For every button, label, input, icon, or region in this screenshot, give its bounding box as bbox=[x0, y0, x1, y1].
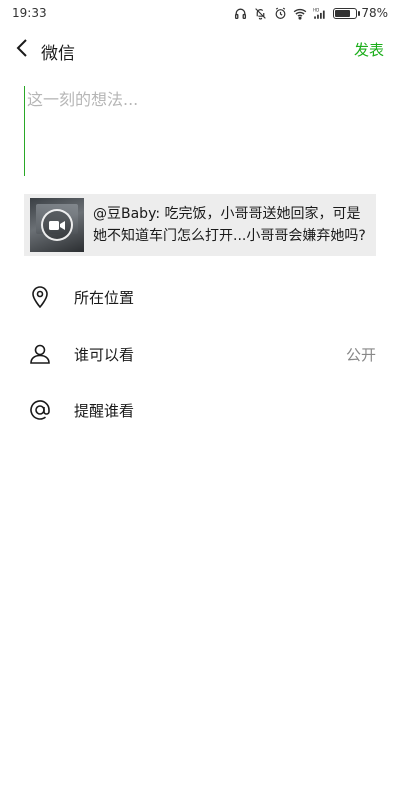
header: 微信 发表 bbox=[0, 28, 400, 72]
wifi-icon bbox=[293, 6, 307, 20]
status-bar: 19:33 HD 78% bbox=[0, 0, 400, 26]
option-location[interactable]: 所在位置 bbox=[0, 277, 400, 317]
back-button[interactable] bbox=[10, 38, 34, 62]
shared-video-card[interactable]: @豆Baby: 吃完饭，小哥哥送她回家，可是她不知道车门怎么打开...小哥哥会嫌… bbox=[24, 194, 376, 256]
option-mention-label: 提醒谁看 bbox=[74, 401, 135, 420]
compose-input[interactable] bbox=[24, 86, 376, 176]
option-location-label: 所在位置 bbox=[74, 288, 135, 307]
location-pin-icon bbox=[28, 285, 52, 309]
svg-text:HD: HD bbox=[313, 7, 319, 12]
status-icons: HD 78% bbox=[233, 6, 388, 20]
status-time: 19:33 bbox=[12, 6, 47, 20]
headphones-icon bbox=[233, 6, 247, 20]
battery-icon: 78% bbox=[333, 6, 388, 20]
shared-item-text: @豆Baby: 吃完饭，小哥哥送她回家，可是她不知道车门怎么打开...小哥哥会嫌… bbox=[93, 206, 366, 244]
option-mention[interactable]: 提醒谁看 bbox=[0, 390, 400, 430]
publish-button[interactable]: 发表 bbox=[354, 39, 384, 60]
battery-percent: 78% bbox=[361, 6, 388, 20]
option-visibility-value: 公开 bbox=[345, 345, 376, 364]
option-visibility-label: 谁可以看 bbox=[74, 345, 135, 364]
at-sign-icon bbox=[28, 398, 52, 422]
page-title: 微信 bbox=[41, 44, 75, 64]
video-thumbnail bbox=[30, 198, 84, 252]
person-icon bbox=[28, 342, 52, 366]
option-visibility[interactable]: 谁可以看 公开 bbox=[0, 334, 400, 374]
hd-signal-icon: HD bbox=[313, 6, 327, 20]
mute-bell-icon bbox=[253, 6, 267, 20]
video-camera-icon bbox=[41, 209, 73, 241]
chevron-left-icon bbox=[15, 38, 29, 62]
alarm-icon bbox=[273, 6, 287, 20]
